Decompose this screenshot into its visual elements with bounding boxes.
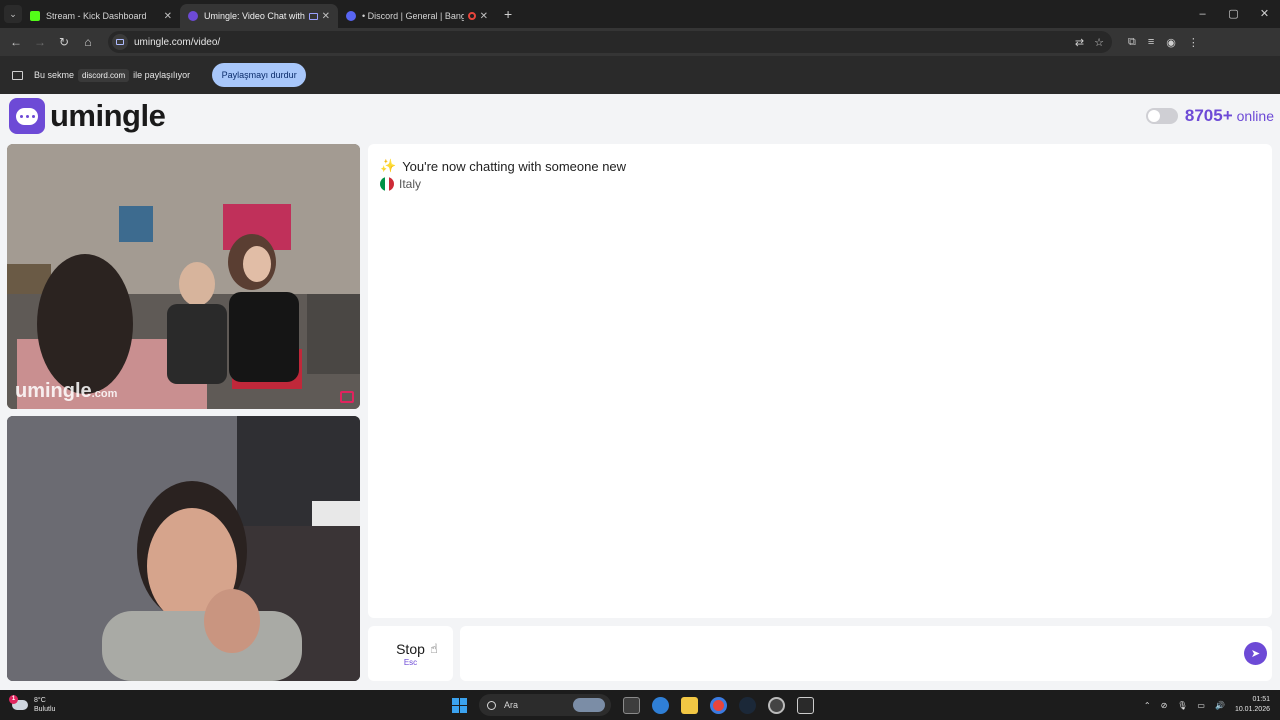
send-icon[interactable]: ➤ (1244, 642, 1267, 665)
url-text[interactable]: umingle.com/video/ (134, 37, 220, 48)
weather-widget[interactable]: 1 8°C Bulutlu (9, 695, 56, 714)
message-input-box: ➤ (460, 626, 1272, 681)
tab-umingle[interactable]: Umingle: Video Chat with S ✕ (180, 4, 338, 28)
partner-country: Italy (380, 177, 421, 191)
weather-condition: Bulutlu (34, 706, 56, 713)
umingle-watermark: umingle.com (15, 380, 118, 402)
copilot-icon[interactable] (652, 696, 669, 714)
stop-button[interactable]: Stop Esc ☝ (368, 626, 453, 681)
display-icon[interactable]: ▭ (1197, 701, 1205, 710)
start-icon[interactable] (452, 697, 467, 713)
close-tab-icon[interactable]: ✕ (322, 11, 330, 22)
stop-shortcut: Esc (403, 658, 418, 667)
close-tab-icon[interactable]: ✕ (480, 11, 488, 22)
online-label: online (1236, 108, 1274, 124)
hand-cursor-icon: ☝ (430, 641, 438, 656)
window-controls: – ▢ ✕ (1187, 0, 1280, 28)
system-message-text: You're now chatting with someone new (402, 158, 627, 174)
stranger-video-frame (7, 144, 360, 409)
windows-taskbar: 1 8°C Bulutlu Ara ⌃ ⊘ 🎙 ▭ 🔊 01:51 10.01.… (0, 690, 1280, 720)
media-controls-icon[interactable]: ≡ (1148, 36, 1154, 49)
search-icon (487, 700, 496, 710)
site-info-icon[interactable] (112, 34, 128, 50)
home-icon[interactable]: ⌂ (76, 35, 100, 49)
search-label: Ara (504, 700, 519, 710)
search-highlight-icon (573, 698, 605, 712)
chat-bubble-logo-icon (9, 98, 45, 134)
self-video (7, 416, 360, 681)
share-suffix: ile paylaşılıyor (133, 70, 191, 80)
file-explorer-icon[interactable] (681, 696, 698, 714)
share-target: discord.com (78, 68, 130, 82)
discord-favicon-icon (346, 11, 356, 21)
country-name: Italy (399, 177, 422, 191)
menu-icon[interactable]: ⋮ (1188, 36, 1199, 49)
chrome-icon[interactable] (710, 696, 727, 714)
address-bar[interactable]: umingle.com/video/ ⇄ ☆ (108, 31, 1112, 53)
italy-flag-icon (380, 177, 394, 191)
volume-icon[interactable]: 🔊 (1215, 701, 1225, 710)
browser-tab-strip: ⌄ Stream - Kick Dashboard ✕ Umingle: Vid… (0, 0, 1280, 28)
time: 01:51 (1252, 696, 1270, 703)
system-tray: ⌃ ⊘ 🎙 ▭ 🔊 01:51 10.01.2026 (1144, 690, 1270, 720)
dark-mode-toggle[interactable] (1145, 108, 1178, 124)
task-view-icon[interactable] (623, 696, 640, 714)
tab-sharing-bar: Bu sekme discord.com ile paylaşılıyor Pa… (0, 56, 1280, 94)
temperature: 8°C (34, 697, 46, 704)
clock[interactable]: 01:51 10.01.2026 (1235, 695, 1270, 715)
tab-kick-dashboard[interactable]: Stream - Kick Dashboard ✕ (22, 4, 180, 28)
address-toolbar: ← → ↻ ⌂ umingle.com/video/ ⇄ ☆ ⧉ ≡ ◉ ⋮ (0, 28, 1280, 56)
taskbar-search[interactable]: Ara (479, 694, 611, 716)
taskbar-center: Ara (452, 690, 814, 720)
close-window-icon[interactable]: ✕ (1249, 0, 1280, 28)
online-indicator: 8705+ online (1145, 106, 1274, 126)
self-video-frame (7, 416, 360, 681)
kick-favicon-icon (30, 11, 40, 21)
close-tab-icon[interactable]: ✕ (164, 11, 172, 22)
share-prefix: Bu sekme (34, 70, 75, 80)
obs-icon[interactable] (768, 696, 785, 714)
steam-icon[interactable] (739, 696, 756, 714)
stop-sharing-button[interactable]: Paylaşmayı durdur (212, 63, 307, 87)
minimize-icon[interactable]: – (1187, 0, 1218, 28)
online-count: 8705+ (1184, 106, 1233, 125)
new-tab-icon[interactable]: + (504, 6, 512, 22)
stranger-video: umingle.com (7, 144, 360, 409)
profile-icon[interactable]: ◉ (1166, 36, 1176, 49)
translate-icon[interactable]: ⇄ (1075, 36, 1084, 49)
tab-title: • Discord | General | Bang (362, 11, 464, 21)
page-content: umingle 8705+ online umingle.com ✨ You'r… (0, 94, 1280, 690)
umingle-logo[interactable]: umingle (9, 98, 166, 134)
tab-discord[interactable]: • Discord | General | Bang ✕ (338, 4, 496, 28)
back-icon[interactable]: ← (4, 35, 28, 49)
maximize-icon[interactable]: ▢ (1218, 0, 1249, 28)
tab-search-icon[interactable]: ⌄ (4, 5, 22, 23)
chat-panel: ✨ You're now chatting with someone new I… (368, 144, 1272, 618)
tab-sharing-icon (308, 12, 318, 20)
bookmark-star-icon[interactable]: ☆ (1094, 36, 1104, 49)
cloud-icon: 1 (9, 695, 28, 710)
network-off-icon[interactable]: ⊘ (1161, 701, 1168, 710)
system-message: ✨ You're now chatting with someone new (380, 158, 626, 174)
sparkle-icon: ✨ (380, 158, 397, 173)
screen-share-icon (12, 70, 23, 80)
date: 10.01.2026 (1234, 706, 1270, 713)
tab-recording-icon (467, 12, 476, 20)
brand-name: umingle (50, 98, 166, 133)
report-flag-icon[interactable] (340, 391, 354, 403)
tab-title: Stream - Kick Dashboard (46, 11, 147, 21)
extensions-icon[interactable]: ⧉ (1128, 36, 1136, 49)
epic-games-icon[interactable] (797, 696, 814, 714)
message-input[interactable] (460, 626, 1220, 681)
umingle-favicon-icon (188, 11, 198, 21)
forward-icon[interactable]: → (28, 35, 52, 49)
microphone-icon[interactable]: 🎙 (1177, 701, 1187, 710)
reload-icon[interactable]: ↻ (52, 35, 76, 49)
tab-title: Umingle: Video Chat with S (204, 11, 305, 21)
stop-label: Stop (396, 641, 425, 657)
tray-chevron-icon[interactable]: ⌃ (1144, 701, 1151, 710)
